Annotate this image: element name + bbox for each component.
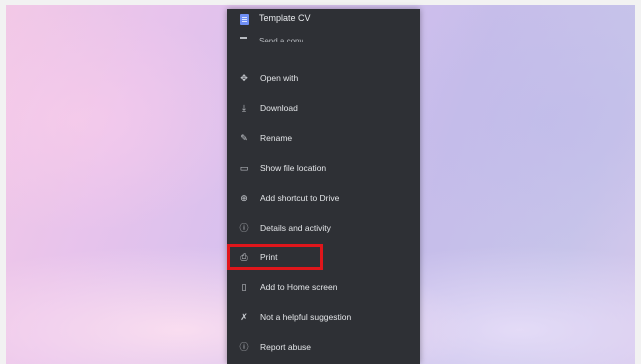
context-menu: Template CV Send a copy ✥ Open with ⤓ Do… <box>227 9 420 364</box>
menu-item-label: Add shortcut to Drive <box>260 193 340 203</box>
menu-item-report-abuse[interactable]: ⓘ Report abuse <box>227 335 420 361</box>
menu-item-details-activity[interactable]: ⓘ Details and activity <box>227 216 420 242</box>
folder-icon: ▭ <box>239 164 249 174</box>
menu-item-label: Report abuse <box>260 342 312 352</box>
menu-item-not-helpful[interactable]: ✗ Not a helpful suggestion <box>227 305 420 331</box>
menu-item-send-copy[interactable]: Send a copy <box>259 34 303 42</box>
phone-icon: ▯ <box>241 283 247 293</box>
menu-item-add-home-screen[interactable]: ▯ Add to Home screen <box>227 275 420 301</box>
info-icon: ⓘ <box>239 224 249 234</box>
frame-border-top <box>0 0 641 5</box>
menu-item-label: Show file location <box>260 163 327 173</box>
frame-border-left <box>0 0 6 364</box>
open-with-icon: ✥ <box>240 74 248 84</box>
menu-item-label: Add to Home screen <box>260 282 338 292</box>
menu-item-label: Rename <box>260 133 293 143</box>
menu-item-show-file-location[interactable]: ▭ Show file location <box>227 156 420 182</box>
thumb-down-icon: ✗ <box>240 313 248 323</box>
menu-item-add-shortcut[interactable]: ⊕ Add shortcut to Drive <box>227 186 420 212</box>
menu-item-open-with[interactable]: ✥ Open with <box>227 66 420 92</box>
menu-item-label: Not a helpful suggestion <box>260 312 352 322</box>
menu-header: Template CV <box>227 9 420 31</box>
menu-item-label: Open with <box>260 73 299 83</box>
menu-item-label: Details and activity <box>260 223 331 233</box>
menu-item-download[interactable]: ⤓ Download <box>227 96 420 122</box>
menu-item-label: Download <box>260 103 298 113</box>
docs-file-icon <box>240 14 249 25</box>
report-icon: ⓘ <box>239 343 249 353</box>
menu-item-rename[interactable]: ✎ Rename <box>227 126 420 152</box>
file-title: Template CV <box>259 13 311 23</box>
download-icon: ⤓ <box>242 104 246 114</box>
send-copy-icon <box>240 37 247 39</box>
rename-icon: ✎ <box>240 134 248 144</box>
print-highlight-box <box>227 244 323 270</box>
add-shortcut-icon: ⊕ <box>240 194 248 204</box>
frame-border-right <box>635 0 641 364</box>
